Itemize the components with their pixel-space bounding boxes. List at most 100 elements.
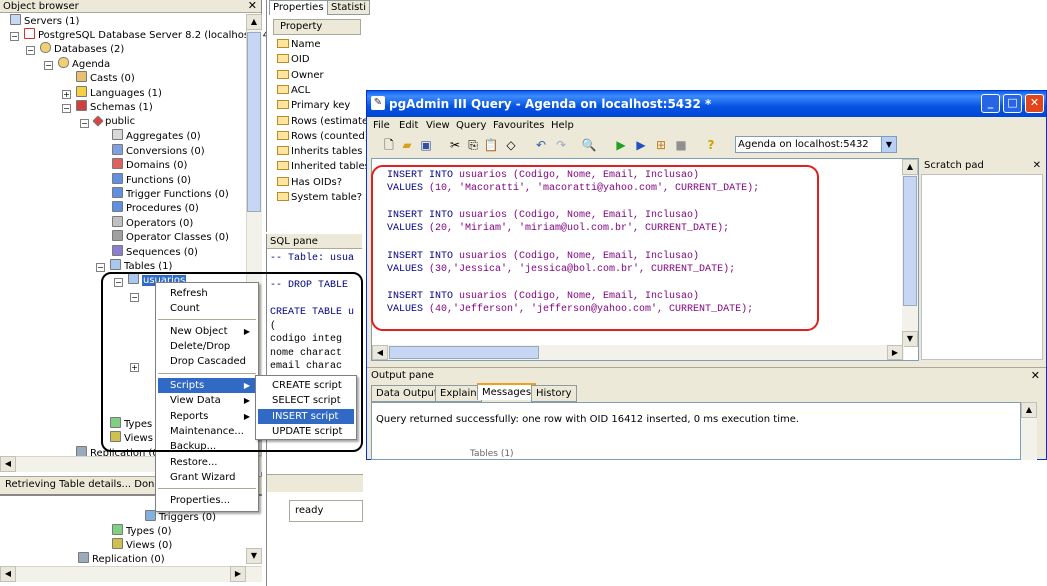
open-icon[interactable]: ▰: [399, 137, 415, 153]
tab-messages[interactable]: Messages: [477, 383, 537, 400]
tab-explain[interactable]: Explain: [435, 385, 482, 402]
execute-icon[interactable]: ▶: [613, 137, 629, 153]
menu-edit[interactable]: Edit: [399, 118, 418, 134]
redo-icon[interactable]: ↷: [553, 137, 569, 153]
menu-favourites[interactable]: Favourites: [493, 118, 545, 134]
output-vscrollbar[interactable]: ▲: [1021, 402, 1037, 460]
close-icon[interactable]: ✕: [1031, 369, 1040, 382]
query-window-title: pgAdmin III Query - Agenda on localhost:…: [389, 97, 712, 111]
new-icon[interactable]: 🗋: [381, 137, 397, 153]
object-browser-hscrollbar-2[interactable]: [0, 566, 262, 582]
property-row[interactable]: Inherited tables: [277, 159, 370, 174]
scroll-thumb[interactable]: [247, 32, 261, 212]
tree-item-server[interactable]: PostgreSQL Database Server 8.2 (localhos…: [24, 28, 269, 42]
execute-to-file-icon[interactable]: ▶: [633, 137, 649, 153]
collapse-icon[interactable]: −: [80, 119, 89, 128]
scroll-up-icon[interactable]: ▲: [1021, 402, 1037, 418]
tree-item-operator-classes[interactable]: Operator Classes (0): [112, 230, 229, 244]
tree-item-operators[interactable]: Operators (0): [112, 216, 193, 230]
menu-item-grant-wizard[interactable]: Grant Wizard: [158, 470, 256, 485]
scroll-thumb[interactable]: [389, 346, 539, 359]
tree-item-servers[interactable]: Servers (1): [10, 14, 79, 28]
tree-item-languages[interactable]: Languages (1): [76, 86, 162, 100]
scroll-right-icon[interactable]: ▶: [230, 566, 246, 582]
tab-statistics[interactable]: Statisti: [327, 0, 371, 15]
property-row[interactable]: Owner: [277, 68, 324, 83]
explain-icon[interactable]: ⊞: [653, 137, 669, 153]
tree-item-triggers[interactable]: Triggers (0): [145, 510, 216, 524]
tree-item-public[interactable]: public: [92, 115, 135, 129]
menu-help[interactable]: Help: [551, 118, 574, 134]
property-row[interactable]: Name: [277, 37, 321, 52]
tree-item-views-2[interactable]: Views (0): [112, 538, 172, 552]
scroll-left-icon[interactable]: ◀: [372, 345, 388, 360]
undo-icon[interactable]: ↶: [533, 137, 549, 153]
menu-file[interactable]: File: [373, 118, 390, 134]
help-icon[interactable]: ?: [703, 137, 719, 153]
tree-item-types-2[interactable]: Types (0): [112, 524, 172, 538]
menu-item-properties[interactable]: Properties...: [158, 493, 256, 508]
property-column-header[interactable]: Property: [273, 19, 361, 35]
tree-item-functions[interactable]: Functions (0): [112, 173, 191, 187]
property-row[interactable]: ACL: [277, 83, 310, 98]
editor-hscrollbar[interactable]: ◀ ▶: [372, 345, 904, 360]
property-row[interactable]: Has OIDs?: [277, 175, 342, 190]
tree-item-agenda[interactable]: Agenda: [58, 57, 110, 71]
property-row[interactable]: Rows (counted): [277, 129, 369, 144]
property-row[interactable]: OID: [277, 52, 310, 67]
tree-item-conversions[interactable]: Conversions (0): [112, 144, 205, 158]
paste-icon[interactable]: 📋: [483, 137, 499, 153]
save-icon[interactable]: ▣: [418, 137, 434, 153]
collapse-icon[interactable]: −: [10, 32, 19, 41]
find-icon[interactable]: 🔍: [581, 137, 597, 153]
minimize-icon[interactable]: _: [981, 94, 1000, 113]
expand-icon[interactable]: +: [62, 90, 71, 99]
tree-item-sequences[interactable]: Sequences (0): [112, 245, 198, 259]
close-icon[interactable]: ✕: [248, 0, 257, 12]
maximize-icon[interactable]: □: [1003, 94, 1022, 113]
menu-query[interactable]: Query: [456, 118, 486, 134]
scroll-down-icon[interactable]: ▼: [246, 548, 262, 564]
tab-data-output[interactable]: Data Output: [371, 385, 443, 402]
scroll-down-icon[interactable]: ▼: [902, 331, 918, 347]
tab-history[interactable]: History: [531, 385, 577, 402]
collapse-icon[interactable]: −: [96, 263, 105, 272]
connection-select[interactable]: Agenda on localhost:5432 ▼: [735, 136, 897, 153]
property-row[interactable]: Inherits tables: [277, 144, 363, 159]
scroll-thumb[interactable]: [903, 176, 917, 306]
scroll-left-icon[interactable]: ◀: [0, 566, 16, 582]
scratch-pad-textarea[interactable]: [921, 174, 1043, 360]
menu-view[interactable]: View: [426, 118, 450, 134]
close-icon[interactable]: ✕: [1025, 94, 1044, 113]
messages-area[interactable]: Query returned successfully: one row wit…: [371, 402, 1021, 460]
stop-icon[interactable]: ■: [673, 137, 689, 153]
tree-item-procedures[interactable]: Procedures (0): [112, 201, 199, 215]
editor-vscrollbar[interactable]: ▲ ▼: [902, 159, 918, 347]
tab-properties[interactable]: Properties: [269, 0, 328, 15]
property-row[interactable]: Rows (estimate: [277, 114, 368, 129]
chevron-down-icon[interactable]: ▼: [881, 137, 896, 152]
clear-icon[interactable]: ◇: [503, 137, 519, 153]
cut-icon[interactable]: ✂: [447, 137, 463, 153]
tree-item-aggregates[interactable]: Aggregates (0): [112, 129, 201, 143]
tree-item-databases[interactable]: Databases (2): [40, 42, 124, 56]
tree-item-schemas[interactable]: Schemas (1): [76, 100, 153, 114]
tree-item-domains[interactable]: Domains (0): [112, 158, 187, 172]
menu-item-restore[interactable]: Restore...: [158, 455, 256, 470]
tree-item-casts[interactable]: Casts (0): [76, 71, 135, 85]
tree-item-tables[interactable]: Tables (1): [110, 259, 172, 273]
tree-item-replication-2[interactable]: Replication (0): [78, 552, 165, 566]
query-window-titlebar[interactable]: ✎ pgAdmin III Query - Agenda on localhos…: [367, 91, 1046, 117]
property-row[interactable]: Primary key: [277, 98, 350, 113]
collapse-icon[interactable]: −: [26, 46, 35, 55]
tree-item-trigger-functions[interactable]: Trigger Functions (0): [112, 187, 229, 201]
property-row[interactable]: System table?: [277, 190, 362, 205]
collapse-icon[interactable]: −: [44, 61, 53, 70]
close-icon[interactable]: ✕: [1033, 158, 1041, 173]
scroll-up-icon[interactable]: ▲: [902, 159, 918, 175]
scroll-left-icon[interactable]: ◀: [0, 456, 16, 472]
copy-icon[interactable]: ⎘: [465, 137, 481, 153]
scroll-right-icon[interactable]: ▶: [887, 345, 903, 360]
scroll-up-icon[interactable]: ▲: [246, 14, 262, 30]
collapse-icon[interactable]: −: [62, 104, 71, 113]
